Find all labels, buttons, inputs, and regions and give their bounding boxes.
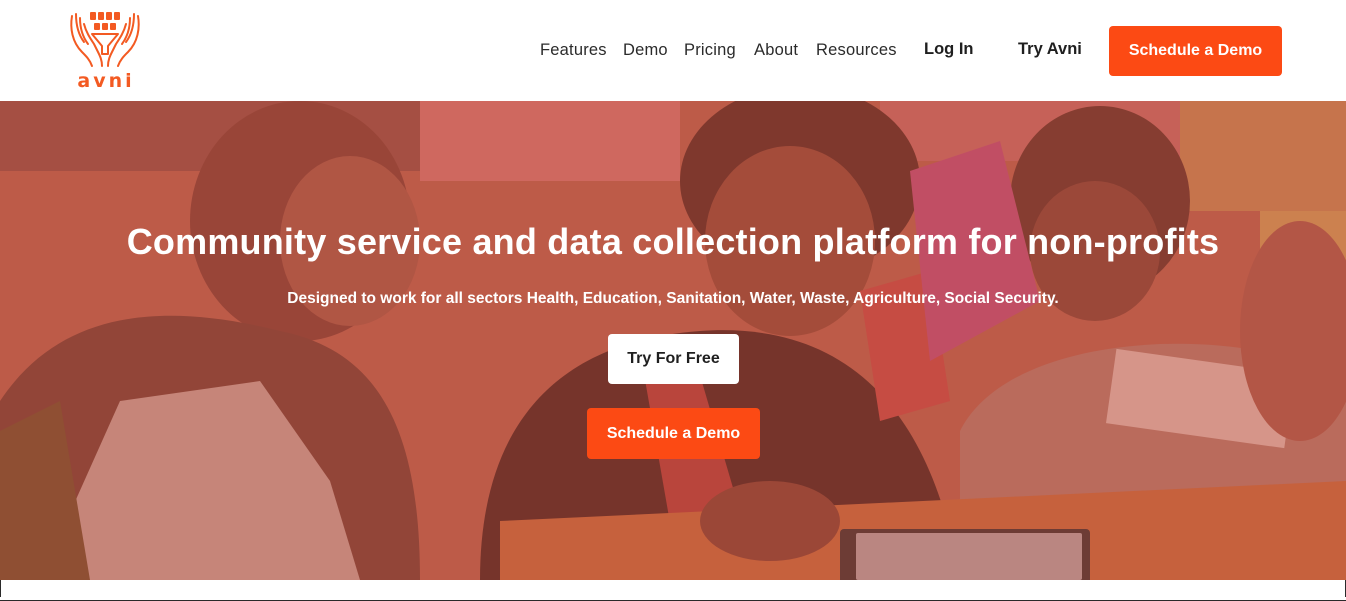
section-divider [0, 597, 1346, 601]
nav-pricing[interactable]: Pricing [684, 41, 736, 60]
try-for-free-button[interactable]: Try For Free [608, 334, 739, 384]
hands-holding-data-icon [70, 12, 140, 67]
nav-features[interactable]: Features [540, 41, 607, 60]
hero-title: Community service and data collection pl… [126, 221, 1220, 262]
nav-resources[interactable]: Resources [816, 41, 897, 60]
schedule-demo-hero-button[interactable]: Schedule a Demo [587, 408, 760, 459]
brand-logo[interactable]: avni [66, 8, 144, 92]
brand-name: avni [77, 70, 135, 92]
site-header: avni Features Demo Pricing About Resourc… [0, 0, 1346, 101]
schedule-demo-header-button[interactable]: Schedule a Demo [1109, 26, 1282, 76]
nav-demo[interactable]: Demo [623, 41, 668, 60]
hero-section: Community service and data collection pl… [0, 101, 1346, 580]
try-avni-link[interactable]: Try Avni [1018, 40, 1082, 59]
hero-subtitle: Designed to work for all sectors Health,… [287, 290, 1059, 307]
nav-about[interactable]: About [754, 41, 798, 60]
login-link[interactable]: Log In [924, 40, 973, 59]
